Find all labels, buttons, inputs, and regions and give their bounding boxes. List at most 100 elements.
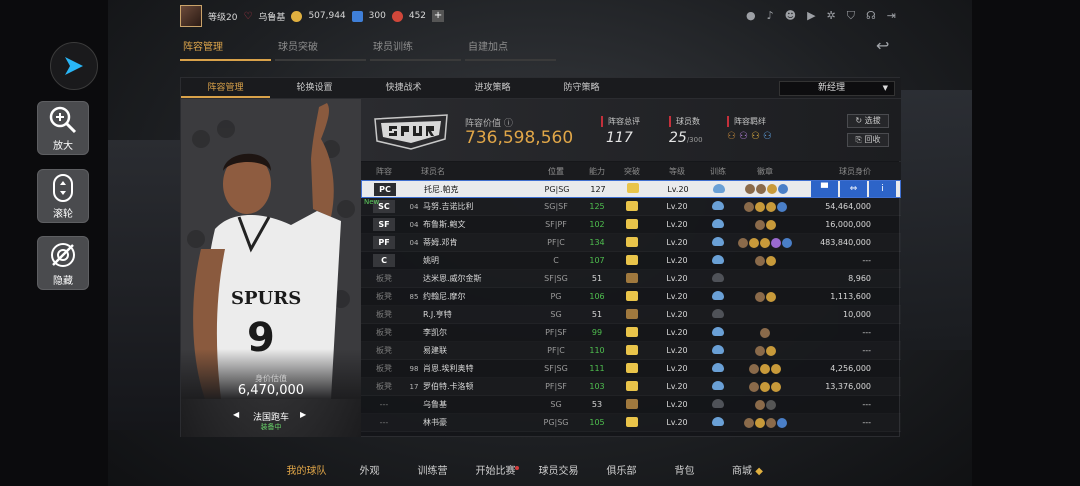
hide-button[interactable]: 隐藏 xyxy=(37,236,89,290)
training-cell[interactable] xyxy=(703,345,733,356)
badges-cell xyxy=(733,417,797,428)
avatar[interactable] xyxy=(180,5,202,27)
logout-icon[interactable]: ⇥ xyxy=(887,9,896,23)
scroll-button[interactable]: 滚轮 xyxy=(37,169,89,223)
table-row[interactable]: 板凳 易建联 PF|C 110 Lv.20 --- xyxy=(361,342,901,360)
ptab-defense[interactable]: 防守策略 xyxy=(537,78,626,98)
back-icon[interactable]: ↩ xyxy=(876,36,889,55)
bottom-nav-my-team[interactable]: 我的球队 xyxy=(275,458,338,486)
breakthrough-cell[interactable] xyxy=(613,308,651,321)
tab-player-training[interactable]: 球员训练 xyxy=(370,38,461,61)
table-row[interactable]: 板凳 98 肖恩.埃利奥特 SF|SG 111 Lv.20 4,256,000 xyxy=(361,360,901,378)
badge-icon xyxy=(771,363,781,374)
breakthrough-cell[interactable] xyxy=(613,380,651,393)
breakthrough-cell[interactable] xyxy=(613,362,651,375)
chemistry-icons[interactable]: ⚇ ⚇ ⚇ ⚇ xyxy=(727,131,772,142)
breakthrough-icon xyxy=(626,344,638,355)
bottom-nav-appearance[interactable]: 外观 xyxy=(338,458,401,486)
training-cell[interactable] xyxy=(704,183,734,195)
table-row[interactable]: New SC 04 马努.吉诺比利 SG|SF 125 Lv.20 54,464… xyxy=(361,198,901,216)
training-cell[interactable] xyxy=(703,219,733,230)
col-position: 位置 xyxy=(548,166,564,176)
player-level: Lv.20 xyxy=(666,274,688,283)
bottom-nav-training-camp[interactable]: 训练营 xyxy=(401,458,464,486)
profile-icon[interactable]: ● xyxy=(746,9,756,23)
nav-arrow-button[interactable] xyxy=(50,42,98,90)
zoom-button[interactable]: 放大 xyxy=(37,101,89,155)
table-row[interactable]: 板凳 17 罗伯特.卡洛顿 PF|SF 103 Lv.20 13,376,000 xyxy=(361,378,901,396)
bottom-nav-club[interactable]: 俱乐部 xyxy=(590,458,653,486)
breakthrough-cell[interactable] xyxy=(613,200,651,213)
bottom-nav-store[interactable]: 商城 ◆ xyxy=(716,458,779,486)
breakthrough-cell[interactable] xyxy=(613,398,651,411)
table-row[interactable]: SF 04 布鲁斯.鲍文 SF|PF 102 Lv.20 16,000,000 xyxy=(361,216,901,234)
breakthrough-cell[interactable] xyxy=(613,218,651,231)
video-icon[interactable]: ▶ xyxy=(807,9,815,23)
training-cell[interactable] xyxy=(703,363,733,374)
badges-cell xyxy=(733,291,797,302)
svg-text:SPURS: SPURS xyxy=(231,288,301,309)
breakthrough-cell[interactable] xyxy=(613,290,651,303)
bell-icon[interactable]: ♪ xyxy=(767,9,774,23)
recycle-button[interactable]: ⎘ 回收 xyxy=(847,133,889,147)
settings-icon[interactable]: ✲ xyxy=(827,9,836,23)
ptab-offense[interactable]: 进攻策略 xyxy=(448,78,537,98)
breakthrough-cell[interactable] xyxy=(613,254,651,267)
tab-lineup-management[interactable]: 阵容管理 xyxy=(180,38,271,61)
training-icon xyxy=(712,237,724,246)
player-value: 10,000 xyxy=(843,310,871,319)
info-button[interactable]: i xyxy=(869,181,896,197)
training-cell[interactable] xyxy=(703,237,733,248)
table-row[interactable]: PF 04 蒂姆.邓肯 PF|C 134 Lv.20 483,840,000 xyxy=(361,234,901,252)
breakthrough-cell[interactable] xyxy=(614,183,652,195)
table-row[interactable]: 板凳 R.J.亨特 SG 51 Lv.20 10,000 xyxy=(361,306,901,324)
slot-cell: PC xyxy=(362,182,408,196)
breakthrough-cell[interactable] xyxy=(613,344,651,357)
table-row[interactable]: PC 托尼.帕克 PG|SG 127 Lv.20 ▀ ⇔ i xyxy=(361,180,901,198)
coach-select[interactable]: 新经理 ▼ xyxy=(779,81,895,96)
hero-value: 6,470,000 xyxy=(237,383,305,398)
hero-player-card[interactable]: SPURS 9 身价估值 6,470,000 ◀ ▶ 法国跑车 装备中 xyxy=(181,99,361,437)
table-row[interactable]: --- 乌鲁基 SG 53 Lv.20 --- xyxy=(361,396,901,414)
training-cell[interactable] xyxy=(703,201,733,212)
breakthrough-cell[interactable] xyxy=(613,272,651,285)
player-name: 李凯尔 xyxy=(423,328,447,337)
badge-icon xyxy=(754,417,765,428)
table-row[interactable]: 板凳 达米恩.威尔金斯 SF|SG 51 Lv.20 8,960 xyxy=(361,270,901,288)
training-cell[interactable] xyxy=(703,327,733,338)
breakthrough-cell[interactable] xyxy=(613,416,651,429)
player-level: 等级20 xyxy=(208,12,238,23)
add-points-button[interactable]: + xyxy=(432,10,445,22)
bottom-nav-backpack[interactable]: 背包 xyxy=(653,458,716,486)
tab-custom-points[interactable]: 自建加点 xyxy=(465,38,556,61)
breakthrough-cell[interactable] xyxy=(613,236,651,249)
table-row[interactable]: --- 林书豪 PG|SG 105 Lv.20 --- xyxy=(361,414,901,432)
swap-button[interactable]: ⇔ xyxy=(840,181,867,197)
breakthrough-icon xyxy=(626,380,638,391)
bottom-nav-trade[interactable]: 球员交易 xyxy=(527,458,590,486)
jersey-button[interactable]: ▀ xyxy=(811,181,838,197)
training-cell[interactable] xyxy=(703,381,733,392)
training-cell[interactable] xyxy=(703,273,733,284)
player-level: Lv.20 xyxy=(666,238,688,247)
table-row[interactable]: C 姚明 C 107 Lv.20 --- xyxy=(361,252,901,270)
training-cell[interactable] xyxy=(703,255,733,266)
breakthrough-cell[interactable] xyxy=(613,326,651,339)
badges-cell xyxy=(733,327,797,338)
support-icon[interactable]: ☊ xyxy=(866,9,876,23)
shield-icon[interactable]: ⛉ xyxy=(847,9,855,23)
ptab-lineup[interactable]: 阵容管理 xyxy=(181,78,270,98)
select-button[interactable]: ↻ 选拔 xyxy=(847,114,889,128)
bottom-nav: 我的球队 外观 训练营 开始比赛 球员交易 俱乐部 背包 商城 ◆ xyxy=(180,458,900,486)
table-row[interactable]: 板凳 85 约翰尼.摩尔 PG 106 Lv.20 1,113,600 xyxy=(361,288,901,306)
training-cell[interactable] xyxy=(703,399,733,410)
ptab-quick-tactics[interactable]: 快捷战术 xyxy=(359,78,448,98)
tab-player-breakthrough[interactable]: 球员突破 xyxy=(275,38,366,61)
bottom-nav-start-game[interactable]: 开始比赛 xyxy=(464,458,527,486)
training-cell[interactable] xyxy=(703,417,733,428)
training-cell[interactable] xyxy=(703,291,733,302)
training-cell[interactable] xyxy=(703,309,733,320)
ptab-rotation[interactable]: 轮换设置 xyxy=(270,78,359,98)
table-row[interactable]: 板凳 李凯尔 PF|SF 99 Lv.20 --- xyxy=(361,324,901,342)
friends-icon[interactable]: ☻ xyxy=(785,9,796,23)
